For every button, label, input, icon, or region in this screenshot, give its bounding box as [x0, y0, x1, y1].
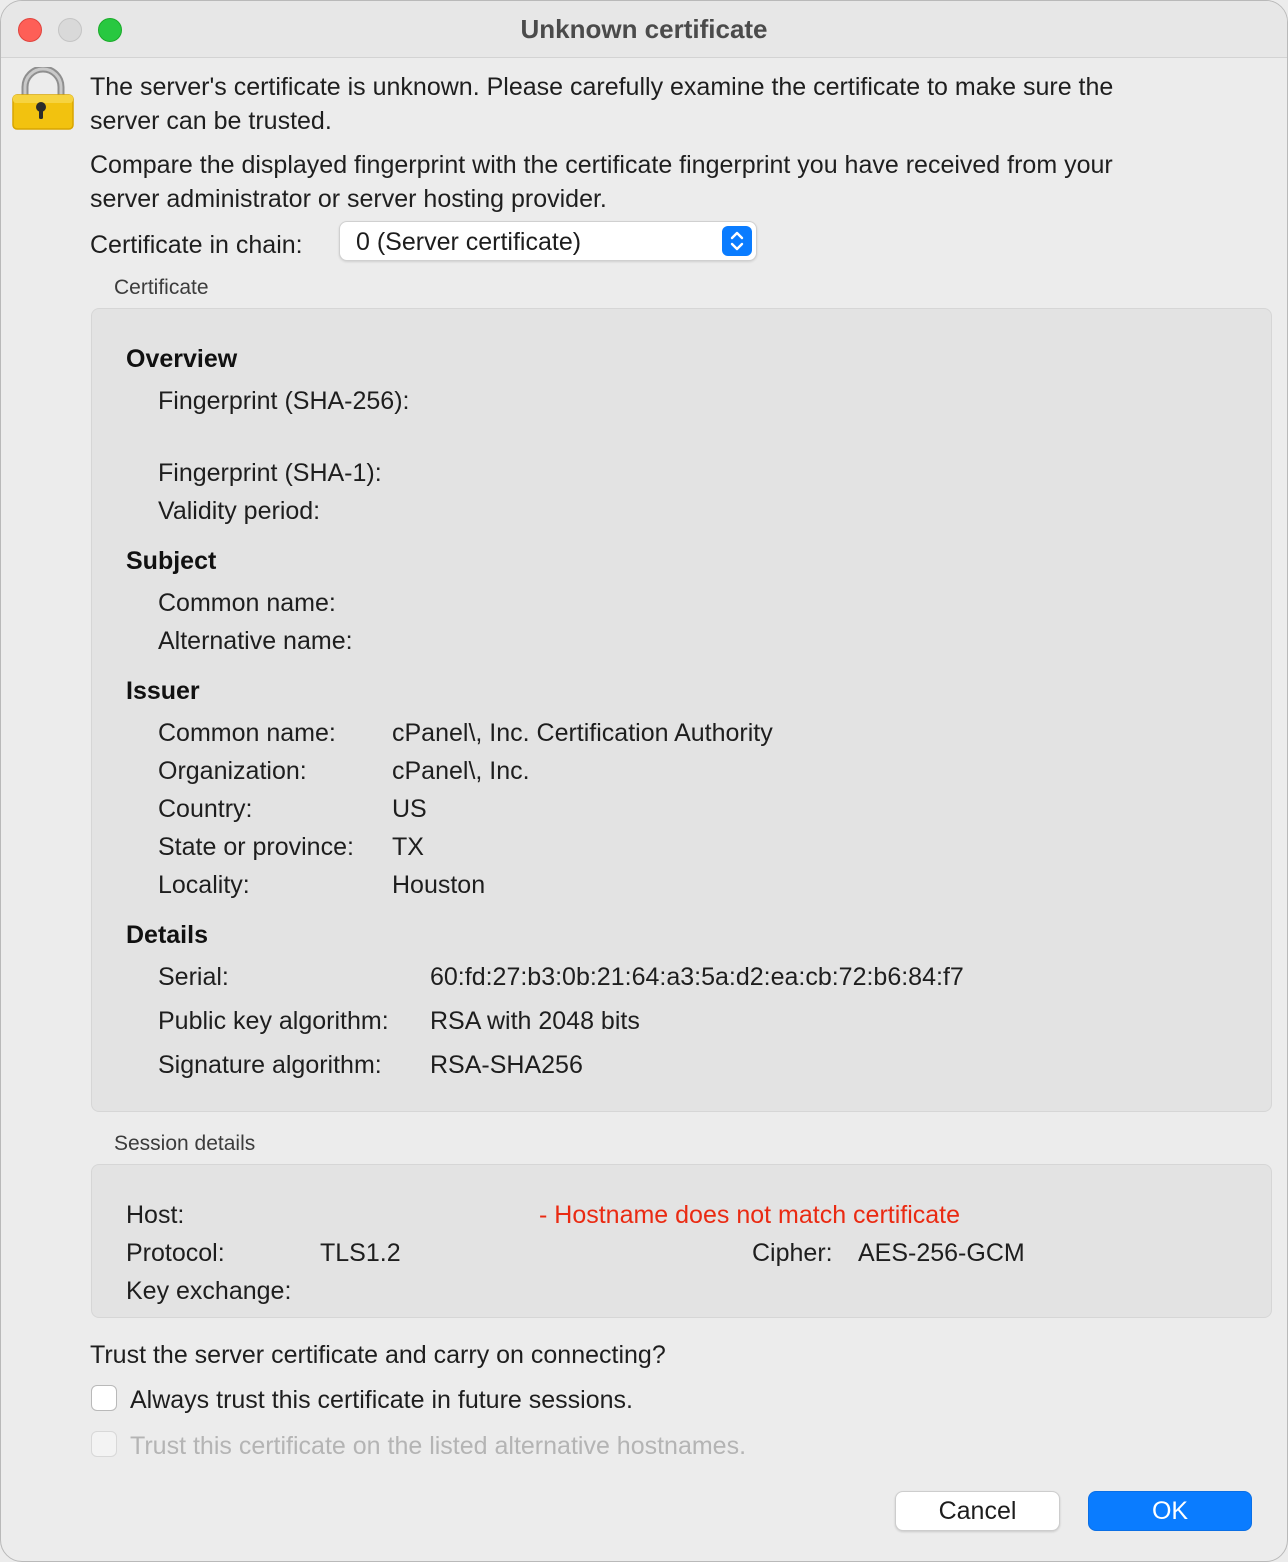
issuer-state-value: TX — [392, 833, 424, 861]
serial-value: 60:fd:27:b3:0b:21:64:a3:5a:d2:ea:cb:72:b… — [430, 963, 964, 991]
session-panel: Host: - Hostname does not match certific… — [91, 1164, 1272, 1318]
alt-hostnames-checkbox — [91, 1431, 117, 1457]
subject-alt-name-label: Alternative name: — [158, 627, 353, 655]
issuer-common-name-value: cPanel\, Inc. Certification Authority — [392, 719, 773, 747]
host-label: Host: — [126, 1201, 185, 1229]
overview-heading: Overview — [126, 345, 238, 373]
subject-heading: Subject — [126, 547, 217, 575]
certificate-chain-select[interactable]: 0 (Server certificate) — [339, 221, 757, 261]
issuer-state-label: State or province: — [158, 833, 354, 861]
issuer-country-value: US — [392, 795, 427, 823]
always-trust-checkbox[interactable] — [91, 1385, 117, 1411]
chain-select-value: 0 (Server certificate) — [356, 228, 582, 256]
key-exchange-label: Key exchange: — [126, 1277, 292, 1305]
ok-button[interactable]: OK — [1088, 1491, 1252, 1531]
fingerprint-sha256-label: Fingerprint (SHA-256): — [158, 387, 410, 415]
title-bar: Unknown certificate — [1, 1, 1287, 58]
window-title: Unknown certificate — [520, 14, 768, 44]
issuer-locality-value: Houston — [392, 871, 486, 899]
public-key-algorithm-label: Public key algorithm: — [158, 1007, 389, 1035]
fingerprint-sha1-label: Fingerprint (SHA-1): — [158, 459, 382, 487]
protocol-label: Protocol: — [126, 1239, 225, 1267]
cipher-value: AES-256-GCM — [858, 1239, 1025, 1267]
issuer-common-name-label: Common name: — [158, 719, 336, 747]
lock-icon — [12, 67, 74, 130]
always-trust-label[interactable]: Always trust this certificate in future … — [130, 1383, 633, 1417]
intro-line-1: The server's certificate is unknown. Ple… — [90, 73, 1114, 101]
cancel-button[interactable]: Cancel — [895, 1491, 1060, 1531]
intro-line-2: server can be trusted. — [90, 107, 332, 135]
certificate-dialog: Unknown certificate The server's certifi… — [0, 0, 1288, 1562]
issuer-organization-value: cPanel\, Inc. — [392, 757, 530, 785]
session-group-label: Session details — [114, 1132, 256, 1155]
public-key-algorithm-value: RSA with 2048 bits — [430, 1007, 640, 1035]
details-heading: Details — [126, 921, 208, 949]
signature-algorithm-label: Signature algorithm: — [158, 1051, 382, 1079]
alt-hostnames-label: Trust this certificate on the listed alt… — [130, 1432, 747, 1460]
signature-algorithm-value: RSA-SHA256 — [430, 1051, 583, 1079]
cipher-label: Cipher: — [752, 1239, 833, 1267]
protocol-value: TLS1.2 — [320, 1239, 401, 1267]
trust-question: Trust the server certificate and carry o… — [90, 1341, 666, 1369]
serial-label: Serial: — [158, 963, 229, 991]
select-stepper-icon — [722, 226, 752, 256]
issuer-country-label: Country: — [158, 795, 253, 823]
subject-common-name-label: Common name: — [158, 589, 336, 617]
certificate-panel: Overview Fingerprint (SHA-256): Fingerpr… — [91, 308, 1272, 1112]
issuer-heading: Issuer — [126, 677, 200, 705]
intro-line-3: Compare the displayed fingerprint with t… — [90, 151, 1113, 179]
validity-period-label: Validity period: — [158, 497, 321, 525]
certificate-group-label: Certificate — [114, 276, 209, 299]
intro-line-4: server administrator or server hosting p… — [90, 185, 607, 213]
issuer-locality-label: Locality: — [158, 871, 250, 899]
issuer-organization-label: Organization: — [158, 757, 307, 785]
hostname-mismatch-warning: - Hostname does not match certificate — [539, 1201, 961, 1229]
chain-label: Certificate in chain: — [90, 231, 303, 259]
